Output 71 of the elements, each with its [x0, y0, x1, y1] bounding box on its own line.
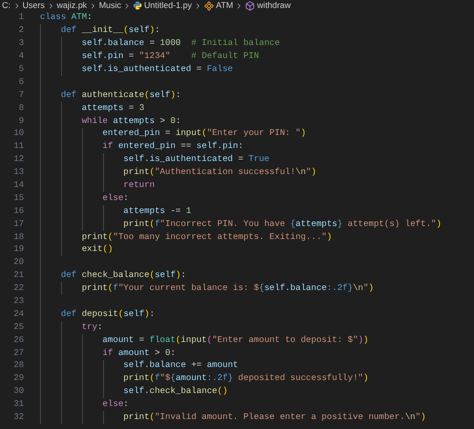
code-line: def __init__(self):	[60, 24, 160, 38]
code-line: self.pin = "1234" # Default PIN	[80, 50, 259, 64]
breadcrumb-item[interactable]: Untitled-1.py	[144, 1, 192, 10]
code-line: entered_pin = input("Enter your PIN: ")	[102, 127, 306, 140]
line-number: 2	[18, 24, 24, 38]
line-number: 15	[12, 192, 24, 205]
code-line: self.balance += amount	[122, 359, 238, 372]
code-line: self.is_authenticated = True	[122, 153, 270, 166]
code-line: self.balance = 1000 # Initial balance	[80, 37, 280, 50]
python-file-icon	[133, 1, 142, 10]
line-number: 13	[12, 166, 24, 180]
line-number: 26	[12, 334, 24, 347]
line-number: 10	[12, 127, 24, 140]
line-number: 23	[12, 295, 24, 308]
line-number: 1	[18, 11, 24, 24]
breadcrumb-item[interactable]: C:	[2, 1, 10, 10]
code-line: else:	[102, 398, 129, 412]
code-line: print(f"${amount:.2f} deposited successfully!")	[122, 372, 368, 386]
line-number: 21	[12, 269, 24, 282]
line-number: 20	[12, 256, 24, 270]
line-number: 18	[12, 230, 24, 244]
code-line: print("Authentication successful!\n")	[122, 166, 316, 180]
line-number: 30	[12, 385, 24, 398]
line-number: 12	[12, 153, 24, 166]
line-number: 24	[12, 308, 24, 321]
line-number: 7	[18, 88, 24, 102]
line-number: 3	[18, 37, 24, 50]
line-number: 19	[12, 243, 24, 256]
method-symbol-icon	[245, 0, 256, 10]
line-number: 11	[12, 140, 24, 154]
code-line: if entered_pin == self.pin:	[102, 140, 244, 154]
line-number: 8	[18, 102, 24, 115]
code-line: print("Too many incorrect attempts. Exiting...")	[80, 230, 332, 244]
line-number: 17	[12, 218, 24, 231]
code-line: def deposit(self):	[60, 308, 155, 321]
class-symbol-icon	[204, 0, 214, 10]
code-line: attempts -= 1	[122, 204, 192, 218]
code-line: self.is_authenticated = False	[80, 62, 233, 76]
code-line: try:	[80, 320, 103, 334]
code-line: print(f"Incorrect PIN. You have {attempts} attempt(s) left.")	[122, 218, 442, 231]
code-line: else:	[102, 192, 129, 205]
line-number: 6	[18, 76, 24, 89]
line-number: 29	[12, 372, 24, 386]
breadcrumb-item[interactable]: wajiz.pk	[56, 1, 87, 10]
line-number: 22	[12, 282, 24, 296]
code-line: while attempts > 0:	[80, 114, 181, 128]
breadcrumb-item[interactable]: Users	[22, 1, 45, 10]
breadcrumb-item[interactable]: Music	[98, 1, 122, 10]
code-line: return	[122, 179, 155, 192]
code-line: if amount > 0:	[102, 346, 176, 360]
line-number: 16	[12, 204, 24, 218]
line-number: 4	[18, 50, 24, 64]
code-line: def authenticate(self):	[60, 88, 181, 102]
code-line: exit()	[80, 243, 113, 256]
breadcrumb-item[interactable]: withdraw	[257, 1, 291, 10]
line-number: 32	[12, 411, 24, 424]
code-line: attempts = 3	[80, 102, 144, 115]
code-line: print("Invalid amount. Please enter a positive number.\n")	[122, 411, 426, 424]
line-number: 27	[12, 346, 24, 360]
line-number: 5	[18, 62, 24, 76]
line-number: 25	[12, 320, 24, 334]
code-line: def check_balance(self):	[60, 269, 186, 282]
breadcrumb-item[interactable]: ATM	[216, 1, 234, 10]
code-line: self.check_balance()	[122, 385, 228, 398]
code-line: print(f"Your current balance is: ${self.balance:.2f}\n")	[80, 282, 374, 296]
line-number: 31	[12, 398, 24, 412]
line-number: 14	[12, 179, 24, 192]
line-number: 9	[18, 114, 24, 128]
code-line: amount = float(input("Enter amount to deposit: $"))	[102, 334, 368, 347]
line-number: 28	[12, 359, 24, 372]
code-line: class ATM:	[40, 11, 92, 24]
